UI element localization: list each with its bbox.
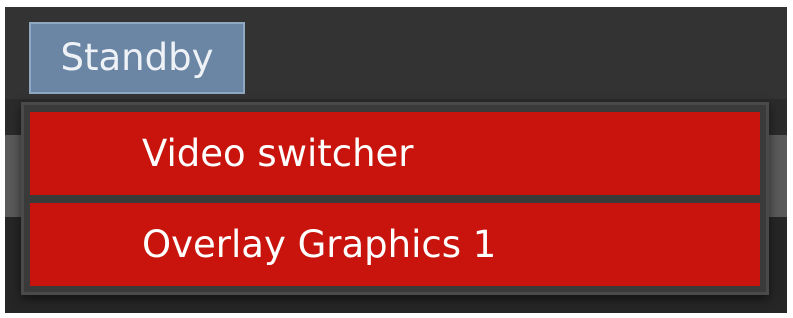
app-frame: Standby Video switcher Overlay Graphics … <box>5 7 787 313</box>
menu-item-overlay-graphics-1[interactable]: Overlay Graphics 1 <box>30 203 760 286</box>
menu-item-video-switcher[interactable]: Video switcher <box>30 112 760 195</box>
standby-button[interactable]: Standby <box>29 22 245 94</box>
standby-dropdown-menu: Video switcher Overlay Graphics 1 <box>21 102 769 295</box>
